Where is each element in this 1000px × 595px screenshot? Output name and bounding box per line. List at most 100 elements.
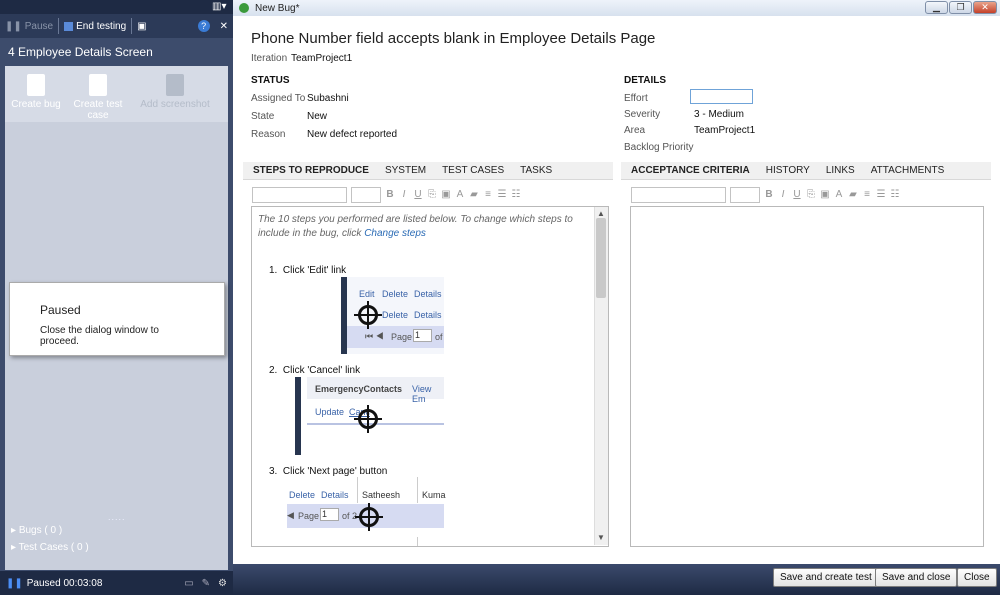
- highlight-icon[interactable]: ▰: [469, 190, 479, 200]
- font-color-icon[interactable]: A: [455, 190, 465, 200]
- tab-test-cases[interactable]: TEST CASES: [442, 165, 504, 176]
- insert-image-icon[interactable]: ▣: [441, 190, 451, 200]
- backlog-priority-label: Backlog Priority: [624, 142, 694, 153]
- tab-system[interactable]: SYSTEM: [385, 165, 426, 176]
- highlight-icon[interactable]: ▰: [848, 190, 858, 200]
- scroll-up-icon[interactable]: ▲: [597, 209, 605, 218]
- save-and-close-button[interactable]: Save and close: [875, 568, 958, 587]
- switch-window-button[interactable]: ▣: [132, 14, 151, 38]
- step-3: 3. Click 'Next page' button: [269, 466, 387, 477]
- step-text: Click 'Edit' link: [282, 265, 347, 276]
- step-3-screenshot[interactable]: Delete Details Satheesh Kuma ◀ Page 1 of…: [287, 477, 446, 531]
- tab-links[interactable]: LINKS: [826, 165, 855, 176]
- bullets-icon[interactable]: ☰: [876, 190, 886, 200]
- create-test-case-button[interactable]: Create test case: [67, 66, 129, 122]
- expand-icon: ▸: [11, 525, 19, 536]
- font-family-select[interactable]: [631, 187, 726, 203]
- ss-of-label: of: [435, 332, 443, 342]
- monitor-icon[interactable]: ▭: [184, 578, 193, 589]
- italic-icon[interactable]: I: [778, 190, 788, 200]
- add-screenshot-label: Add screenshot: [140, 99, 210, 110]
- add-screenshot-button[interactable]: Add screenshot: [129, 66, 221, 122]
- font-size-select[interactable]: [730, 187, 760, 203]
- scroll-down-icon[interactable]: ▼: [597, 533, 605, 542]
- splitter-grip[interactable]: .....: [108, 512, 126, 522]
- settings-gear-icon[interactable]: ⚙: [218, 578, 227, 589]
- close-button[interactable]: Close: [957, 568, 997, 587]
- state-value[interactable]: New: [307, 111, 327, 122]
- end-testing-button[interactable]: End testing: [59, 14, 131, 38]
- expand-icon: ▸: [11, 542, 19, 553]
- bold-icon[interactable]: B: [764, 190, 774, 200]
- step-2: 2. Click 'Cancel' link: [269, 365, 360, 376]
- tab-tasks[interactable]: TASKS: [520, 165, 552, 176]
- app-icon: [239, 3, 249, 13]
- assigned-to-value[interactable]: Subashni: [307, 93, 349, 104]
- step-text: Click 'Next page' button: [282, 466, 388, 477]
- font-size-select[interactable]: [351, 187, 381, 203]
- tab-attachments[interactable]: ATTACHMENTS: [871, 165, 945, 176]
- iteration-value[interactable]: TeamProject1: [291, 53, 352, 64]
- ss-emergency: EmergencyContacts: [315, 384, 403, 394]
- align-icon[interactable]: ≡: [862, 190, 872, 200]
- click-target-icon: [355, 503, 383, 531]
- bullets-icon[interactable]: ☰: [497, 190, 507, 200]
- effort-field[interactable]: [690, 89, 753, 104]
- pen-icon[interactable]: ✎: [202, 578, 210, 589]
- reason-value[interactable]: New defect reported: [307, 129, 397, 140]
- ss-col-divider: [357, 477, 358, 503]
- runner-toolbar: ❚❚ Pause End testing ▣ ? ✕: [0, 14, 233, 38]
- maximize-button[interactable]: ❐: [949, 1, 972, 14]
- step-1-screenshot[interactable]: Edit Delete Details Delete Details ⏮ ◀ P…: [347, 277, 444, 354]
- numbering-icon[interactable]: ☷: [890, 190, 900, 200]
- ss-prev-icon: ◀: [287, 510, 294, 520]
- test-cases-link[interactable]: ▸ Test Cases ( 0 ): [11, 542, 89, 553]
- italic-icon[interactable]: I: [399, 190, 409, 200]
- area-label: Area: [624, 125, 646, 136]
- steps-scrollbar-thumb[interactable]: [596, 218, 606, 298]
- underline-icon[interactable]: U: [792, 190, 802, 200]
- underline-icon[interactable]: U: [413, 190, 423, 200]
- ss-page-input: 1: [413, 329, 432, 342]
- runner-top-strip: ▥▾: [0, 0, 233, 14]
- minimize-button[interactable]: ▁: [925, 1, 948, 14]
- severity-label: Severity: [624, 109, 661, 120]
- numbering-icon[interactable]: ☷: [511, 190, 521, 200]
- create-bug-button[interactable]: Create bug: [5, 66, 67, 122]
- tab-acceptance-criteria[interactable]: ACCEPTANCE CRITERIA: [631, 165, 750, 176]
- paused-title: Paused: [40, 303, 81, 317]
- align-icon[interactable]: ≡: [483, 190, 493, 200]
- dock-icon[interactable]: ▥▾: [212, 1, 226, 12]
- save-and-create-test-button[interactable]: Save and create test: [773, 568, 879, 587]
- step-2-screenshot[interactable]: EmergencyContacts View Em Update Canc: [307, 377, 444, 433]
- steps-editor[interactable]: The 10 steps you performed are listed be…: [251, 206, 609, 547]
- paused-description: Close the dialog window to proceed.: [40, 325, 159, 347]
- close-runner-button[interactable]: ✕: [215, 14, 233, 38]
- change-steps-link[interactable]: Change steps: [364, 228, 426, 239]
- bold-icon[interactable]: B: [385, 190, 395, 200]
- test-case-icon: [89, 74, 107, 96]
- tab-history[interactable]: HISTORY: [766, 165, 810, 176]
- end-testing-label: End testing: [76, 20, 127, 32]
- font-family-select[interactable]: [252, 187, 347, 203]
- severity-value[interactable]: 3 - Medium: [694, 109, 744, 120]
- acceptance-criteria-editor[interactable]: [630, 206, 984, 547]
- bugs-link[interactable]: ▸ Bugs ( 0 ): [11, 525, 62, 536]
- insert-image-icon[interactable]: ▣: [820, 190, 830, 200]
- pause-label: Pause: [24, 20, 54, 32]
- pause-button[interactable]: ❚❚ Pause: [0, 14, 58, 38]
- area-value[interactable]: TeamProject1: [694, 125, 755, 136]
- steps-intro: The 10 steps you performed are listed be…: [258, 213, 583, 241]
- reason-label: Reason: [251, 129, 286, 140]
- insert-link-icon[interactable]: ⎘: [427, 190, 437, 200]
- font-color-icon[interactable]: A: [834, 190, 844, 200]
- close-window-button[interactable]: ✕: [973, 1, 997, 14]
- help-button[interactable]: ?: [193, 14, 215, 38]
- step-number: 3.: [269, 466, 278, 477]
- tab-steps-to-reproduce[interactable]: STEPS TO REPRODUCE: [253, 165, 369, 176]
- status-header: STATUS: [251, 75, 290, 86]
- click-target-icon: [354, 405, 382, 433]
- insert-link-icon[interactable]: ⎘: [806, 190, 816, 200]
- runner-status-bar: ❚❚ Paused 00:03:08 ▭ ✎ ⚙: [0, 571, 233, 595]
- bug-title[interactable]: Phone Number field accepts blank in Empl…: [251, 30, 655, 47]
